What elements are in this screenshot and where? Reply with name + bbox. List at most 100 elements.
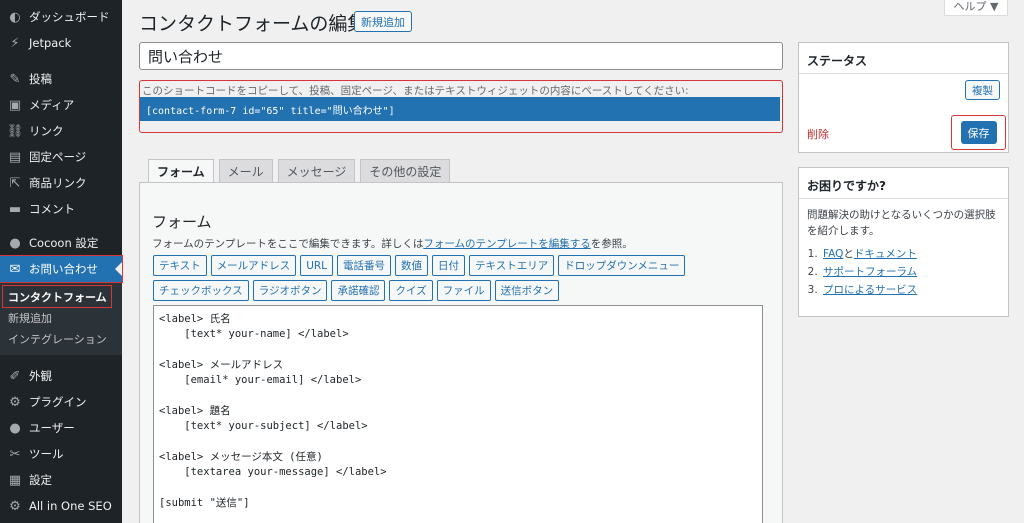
tag-button-submit[interactable]: 送信ボタン: [494, 280, 560, 301]
save-button[interactable]: 保存: [960, 121, 997, 144]
submenu-add-new[interactable]: 新規追加: [0, 307, 122, 328]
menu-label: 固定ページ: [29, 150, 87, 164]
pin-icon: ✎: [9, 71, 21, 87]
faq-link[interactable]: FAQ: [823, 248, 843, 260]
menu-label: ダッシュボード: [29, 10, 110, 24]
help-link-joiner: と: [843, 248, 854, 260]
tag-button-file[interactable]: ファイル: [436, 280, 491, 301]
menu-aioseo[interactable]: ⚙ All in One SEO: [0, 493, 122, 519]
tab-messages[interactable]: メッセージ: [277, 159, 356, 183]
docs-link[interactable]: ドキュメント: [854, 248, 917, 260]
media-icon: ▣: [8, 97, 22, 113]
menu-dashboard[interactable]: ◐ ダッシュボード: [0, 4, 122, 30]
menu-label: 設定: [29, 473, 52, 487]
menu-settings[interactable]: ▦ 設定: [0, 467, 122, 493]
tag-button-tel[interactable]: 電話番号: [337, 255, 392, 276]
list-item: プロによるサービス: [821, 282, 917, 300]
external-link-icon: ⇱: [9, 175, 21, 191]
page-title: コンタクトフォームの編集: [139, 13, 367, 35]
tag-button-number[interactable]: 数値: [395, 255, 429, 276]
tab-additional-settings[interactable]: その他の設定: [360, 159, 451, 183]
delete-link[interactable]: 削除: [807, 126, 829, 142]
list-item: FAQとドキュメント: [821, 246, 917, 264]
tag-button-textarea[interactable]: テキストエリア: [469, 255, 555, 276]
menu-pages[interactable]: ▤ 固定ページ: [0, 144, 122, 170]
tag-button-radio[interactable]: ラジオボタン: [252, 280, 328, 301]
tag-button-checkbox[interactable]: チェックボックス: [153, 280, 249, 301]
menu-appearance[interactable]: ✐ 外観: [0, 363, 122, 389]
tag-generator-buttons: テキスト メールアドレス URL 電話番号 数値 日付 テキストエリア ドロップ…: [153, 255, 773, 301]
duplicate-button[interactable]: 複製: [965, 80, 1000, 100]
form-template-textarea[interactable]: <label> 氏名 [text* your-name] </label> <l…: [153, 305, 763, 523]
tab-form[interactable]: フォーム: [148, 159, 214, 183]
divider: [799, 73, 1008, 74]
status-box: ステータス 複製 削除 保存: [798, 42, 1009, 153]
menu-label: ツール: [29, 447, 64, 461]
support-forum-link[interactable]: サポートフォーラム: [823, 266, 917, 278]
user-icon: ●: [9, 420, 21, 436]
cocoon-icon: ●: [9, 235, 21, 251]
pro-services-link[interactable]: プロによるサービス: [823, 284, 917, 296]
menu-media[interactable]: ▣ メディア: [0, 92, 122, 118]
menu-cocoon[interactable]: ● Cocoon 設定: [0, 230, 122, 256]
menu-plugins[interactable]: ⚙ プラグイン: [0, 389, 122, 415]
appearance-icon: ✐: [9, 368, 21, 384]
shortcode-box: このショートコードをコピーして、投稿、固定ページ、またはテキストウィジェットの内…: [139, 80, 783, 133]
list-item: サポートフォーラム: [821, 264, 917, 282]
menu-jetpack[interactable]: ⚡ Jetpack: [0, 30, 122, 56]
status-title: ステータス: [807, 54, 868, 68]
tab-mail[interactable]: メール: [218, 159, 273, 183]
divider: [799, 198, 1008, 199]
menu-label: Cocoon 設定: [29, 236, 99, 250]
seo-icon: ⚙: [9, 498, 21, 514]
template-docs-link[interactable]: フォームのテンプレートを編集する: [423, 238, 590, 250]
tag-button-quiz[interactable]: クイズ: [389, 280, 433, 301]
add-new-button[interactable]: 新規追加: [354, 11, 412, 32]
shortcode-field[interactable]: [contact-form-7 id="65" title="問い合わせ"]: [140, 97, 780, 121]
form-description: フォームのテンプレートをここで編集できます。詳しくはフォームのテンプレートを編集…: [152, 236, 633, 251]
tag-button-dropdown[interactable]: ドロップダウンメニュー: [558, 255, 686, 276]
dashboard-icon: ◐: [9, 9, 21, 25]
menu-label: コメント: [29, 202, 75, 216]
mail-icon: ✉: [9, 261, 21, 277]
settings-icon: ▦: [8, 472, 22, 488]
menu-contact[interactable]: ✉ お問い合わせ: [0, 255, 123, 283]
menu-comments[interactable]: ▬ コメント: [0, 196, 122, 222]
tag-button-acceptance[interactable]: 承諾確認: [331, 280, 386, 301]
desc-text: フォームのテンプレートをここで編集できます。詳しくは: [152, 238, 424, 250]
tag-button-email[interactable]: メールアドレス: [210, 255, 297, 276]
help-box: お困りですか? 問題解決の助けとなるいくつかの選択肢を紹介します。 FAQとドキ…: [798, 167, 1009, 317]
menu-users[interactable]: ● ユーザー: [0, 415, 122, 441]
save-highlight: 保存: [951, 115, 1006, 150]
tag-button-date[interactable]: 日付: [432, 255, 466, 276]
help-title: お困りですか?: [807, 179, 886, 193]
jetpack-icon: ⚡: [10, 35, 20, 51]
desc-text: を参照。: [590, 238, 633, 250]
shortcode-hint: このショートコードをコピーして、投稿、固定ページ、またはテキストウィジェットの内…: [142, 85, 689, 97]
menu-label: All in One SEO: [29, 499, 112, 513]
form-panel: フォーム フォームのテンプレートをここで編集できます。詳しくはフォームのテンプレ…: [139, 182, 783, 523]
admin-sidebar: ◐ ダッシュボード ⚡ Jetpack ✎ 投稿 ▣ メディア ⛓ リンク ▤ 固定ページ …: [0, 0, 123, 523]
menu-links[interactable]: ⛓ リンク: [0, 118, 122, 144]
tag-button-text[interactable]: テキスト: [153, 255, 207, 276]
menu-tools[interactable]: ✂ ツール: [0, 441, 122, 467]
tools-icon: ✂: [9, 446, 21, 462]
menu-label: ユーザー: [29, 421, 75, 435]
menu-label: プラグイン: [29, 395, 87, 409]
form-heading: フォーム: [152, 213, 212, 231]
contact-submenu: コンタクトフォーム 新規追加 インテグレーション: [0, 282, 122, 355]
form-title-input[interactable]: [139, 42, 783, 70]
menu-product-links[interactable]: ⇱ 商品リンク: [0, 170, 122, 196]
submenu-integration[interactable]: インテグレーション: [0, 328, 122, 349]
plugin-icon: ⚙: [9, 394, 21, 410]
submenu-contact-forms[interactable]: コンタクトフォーム: [2, 285, 112, 308]
menu-posts[interactable]: ✎ 投稿: [0, 66, 122, 92]
help-tab[interactable]: ヘルプ ▼: [944, 0, 1008, 16]
tag-button-url[interactable]: URL: [300, 255, 334, 276]
menu-label: Jetpack: [29, 36, 72, 50]
menu-label: 商品リンク: [29, 176, 87, 190]
comment-icon: ▬: [8, 201, 22, 217]
editor-tabs: フォーム メール メッセージ その他の設定: [148, 159, 451, 183]
menu-label: 投稿: [29, 72, 52, 86]
link-icon: ⛓: [6, 123, 24, 139]
